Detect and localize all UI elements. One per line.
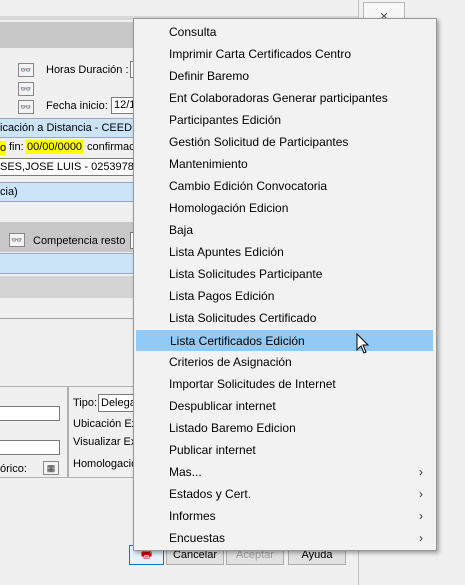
- menu-item[interactable]: Imprimir Carta Certificados Centro: [136, 44, 433, 65]
- menu-item-label: Lista Apuntes Edición: [169, 245, 284, 259]
- menu-item[interactable]: Lista Solicitudes Certificado: [136, 308, 433, 329]
- menu-item[interactable]: Participantes Edición: [136, 110, 433, 131]
- binoculars-icon[interactable]: 👓: [18, 82, 34, 96]
- menu-item[interactable]: Listado Baremo Edicion: [136, 418, 433, 439]
- tipo-select[interactable]: Delega: [98, 394, 136, 412]
- menu-item[interactable]: Homologación Edicion: [136, 198, 433, 219]
- menu-item[interactable]: Mantenimiento: [136, 154, 433, 175]
- menu-item[interactable]: Consulta: [136, 22, 433, 43]
- menu-item-label: Lista Pagos Edición: [169, 289, 275, 303]
- fecha-inicio-label: Fecha inicio:: [46, 100, 108, 112]
- menu-item-label: Homologación Edicion: [169, 201, 289, 215]
- fin-date-field[interactable]: 00/00/0000: [26, 140, 84, 154]
- fin-prefix: o: [0, 141, 7, 155]
- menu-item[interactable]: Lista Apuntes Edición: [136, 242, 433, 263]
- menu-item[interactable]: Estados y Cert. ›: [136, 484, 433, 505]
- menu-item-label: Ent Colaboradoras Generar participantes: [169, 91, 388, 105]
- menu-item-label: Estados y Cert.: [169, 487, 252, 501]
- menu-item-label: Despublicar internet: [169, 399, 276, 413]
- calendar-icon[interactable]: ▦: [43, 461, 59, 475]
- historico-label: órico:: [0, 463, 27, 475]
- chevron-right-icon: ›: [419, 531, 423, 545]
- text-input[interactable]: [0, 440, 60, 455]
- menu-item-label: Imprimir Carta Certificados Centro: [169, 47, 352, 61]
- menu-item[interactable]: Encuestas ›: [136, 528, 433, 549]
- menu-item-label: Publicar internet: [169, 443, 256, 457]
- menu-item-label: Gestión Solicitud de Participantes: [169, 135, 349, 149]
- menu-item[interactable]: Despublicar internet: [136, 396, 433, 417]
- menu-item[interactable]: Baja: [136, 220, 433, 241]
- fecha-inicio-input[interactable]: 12/1: [111, 97, 135, 114]
- ubicacion-band: icación a Distancia - CEED. Va: [0, 118, 151, 138]
- binoculars-icon[interactable]: 👓: [18, 100, 34, 114]
- homologacion-label: Homologació: [73, 458, 138, 470]
- menu-item[interactable]: Informes ›: [136, 506, 433, 527]
- chevron-right-icon: ›: [419, 465, 423, 479]
- horas-duracion-label: Horas Duración :: [46, 64, 129, 76]
- menu-item-label: Criterios de Asignación: [169, 355, 292, 369]
- menu-item[interactable]: Definir Baremo: [136, 66, 433, 87]
- menu-item[interactable]: Gestión Solicitud de Participantes: [136, 132, 433, 153]
- menu-item-label: Consulta: [169, 25, 217, 39]
- menu-item-label: Informes: [169, 509, 216, 523]
- persona-field[interactable]: SES,JOSE LUIS - 0253978855: [0, 158, 152, 176]
- menu-item-label: Lista Solicitudes Participante: [169, 267, 323, 281]
- menu-item-label: Encuestas: [169, 531, 226, 545]
- competencia-label: Competencia resto: [33, 235, 126, 247]
- menu-item-label: Definir Baremo: [169, 69, 250, 83]
- menu-item-label: Cambio Edición Convocatoria: [169, 179, 328, 193]
- fin-label: fin:: [9, 141, 24, 153]
- menu-item[interactable]: Criterios de Asignación: [136, 352, 433, 373]
- text-input[interactable]: [0, 406, 60, 421]
- binoculars-icon[interactable]: 👓: [9, 233, 25, 247]
- menu-item-label: Mas...: [169, 465, 202, 479]
- tipo-band: cia): [0, 182, 135, 202]
- menu-item[interactable]: Publicar internet: [136, 440, 433, 461]
- ubicacion-ex-label: Ubicación Ex: [73, 418, 138, 430]
- mouse-cursor-icon: [356, 333, 370, 354]
- binoculars-icon[interactable]: 👓: [18, 63, 34, 77]
- menu-item-label: Mantenimiento: [169, 157, 248, 171]
- tipo-label: Tipo:: [73, 397, 98, 409]
- menu-item-label: Lista Solicitudes Certificado: [169, 311, 317, 325]
- menu-item[interactable]: Lista Certificados Edición: [136, 330, 433, 351]
- confirmacion-label: confirmac: [87, 141, 135, 153]
- menu-item-label: Importar Solicitudes de Internet: [169, 377, 336, 391]
- chevron-right-icon: ›: [419, 509, 423, 523]
- menu-item-label: Listado Baremo Edicion: [169, 421, 296, 435]
- menu-item-label: Lista Certificados Edición: [170, 334, 305, 348]
- menu-item-label: Baja: [169, 223, 194, 237]
- menu-item-label: Participantes Edición: [169, 113, 282, 127]
- menu-item[interactable]: Ent Colaboradoras Generar participantes: [136, 88, 433, 109]
- menu-item[interactable]: Cambio Edición Convocatoria: [136, 176, 433, 197]
- context-menu: Consulta Imprimir Carta Certificados Cent…: [133, 18, 437, 551]
- menu-item[interactable]: Lista Pagos Edición: [136, 286, 433, 307]
- menu-item[interactable]: Mas... ›: [136, 462, 433, 483]
- chevron-right-icon: ›: [419, 487, 423, 501]
- menu-item[interactable]: Importar Solicitudes de Internet: [136, 374, 433, 395]
- menu-item[interactable]: Lista Solicitudes Participante: [136, 264, 433, 285]
